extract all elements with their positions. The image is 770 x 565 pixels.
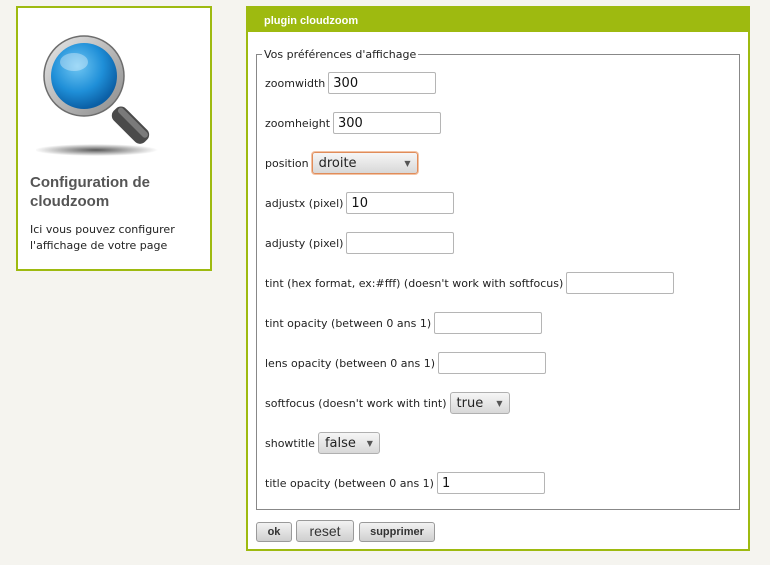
tint-input[interactable] bbox=[566, 272, 675, 294]
zoomwidth-label: zoomwidth bbox=[265, 76, 326, 90]
plugin-panel: plugin cloudzoom Vos préférences d'affic… bbox=[246, 6, 750, 551]
showtitle-value: false bbox=[324, 435, 356, 451]
adjustx-label: adjustx (pixel) bbox=[265, 196, 344, 210]
zoomheight-row: zoomheight bbox=[265, 111, 442, 135]
adjusty-row: adjusty (pixel) bbox=[265, 231, 455, 255]
adjusty-label: adjusty (pixel) bbox=[265, 236, 344, 250]
tint-opacity-row: tint opacity (between 0 ans 1) bbox=[265, 311, 543, 335]
magnifier-icon bbox=[36, 35, 158, 156]
adjustx-input[interactable] bbox=[346, 192, 455, 214]
showtitle-label: showtitle bbox=[265, 436, 315, 450]
tint-opacity-input[interactable] bbox=[434, 312, 543, 334]
preferences-fieldset: Vos préférences d'affichage zoomwidth zo… bbox=[256, 48, 740, 510]
showtitle-select[interactable]: false ▼ bbox=[317, 432, 380, 454]
title-opacity-row: title opacity (between 0 ans 1) bbox=[265, 471, 545, 495]
title-opacity-input[interactable] bbox=[436, 472, 545, 494]
position-row: position droite ▼ bbox=[265, 151, 418, 175]
softfocus-row: softfocus (doesn't work with tint) true … bbox=[265, 391, 510, 415]
softfocus-value: true bbox=[456, 395, 484, 411]
chevron-down-icon: ▼ bbox=[404, 158, 411, 168]
softfocus-select[interactable]: true ▼ bbox=[449, 392, 510, 414]
tint-row: tint (hex format, ex:#fff) (doesn't work… bbox=[265, 271, 675, 295]
position-value: droite bbox=[318, 155, 357, 171]
zoomwidth-row: zoomwidth bbox=[265, 71, 437, 95]
info-box: Configuration de cloudzoom Ici vous pouv… bbox=[16, 6, 212, 271]
chevron-down-icon: ▼ bbox=[366, 438, 373, 448]
zoomheight-label: zoomheight bbox=[265, 116, 331, 130]
zoomwidth-input[interactable] bbox=[328, 72, 437, 94]
panel-header: plugin cloudzoom bbox=[248, 8, 748, 32]
lens-opacity-row: lens opacity (between 0 ans 1) bbox=[265, 351, 546, 375]
zoomheight-input[interactable] bbox=[333, 112, 442, 134]
lens-opacity-label: lens opacity (between 0 ans 1) bbox=[265, 356, 435, 370]
preferences-legend: Vos préférences d'affichage bbox=[264, 48, 417, 61]
position-label: position bbox=[265, 156, 309, 170]
title-opacity-label: title opacity (between 0 ans 1) bbox=[265, 476, 434, 490]
delete-button[interactable]: supprimer bbox=[359, 522, 435, 542]
showtitle-row: showtitle false ▼ bbox=[265, 431, 380, 455]
info-description: Ici vous pouvez configurer l'affichage d… bbox=[30, 223, 175, 252]
chevron-down-icon: ▼ bbox=[496, 398, 503, 408]
softfocus-label: softfocus (doesn't work with tint) bbox=[265, 396, 447, 410]
adjustx-row: adjustx (pixel) bbox=[265, 191, 455, 215]
adjusty-input[interactable] bbox=[346, 232, 455, 254]
reset-button[interactable]: reset bbox=[296, 520, 354, 542]
position-select[interactable]: droite ▼ bbox=[311, 152, 418, 174]
info-title: Configuration de cloudzoom bbox=[30, 174, 150, 210]
ok-button[interactable]: ok bbox=[256, 522, 292, 542]
lens-opacity-input[interactable] bbox=[437, 352, 546, 374]
tint-opacity-label: tint opacity (between 0 ans 1) bbox=[265, 316, 432, 330]
tint-label: tint (hex format, ex:#fff) (doesn't work… bbox=[265, 276, 564, 290]
